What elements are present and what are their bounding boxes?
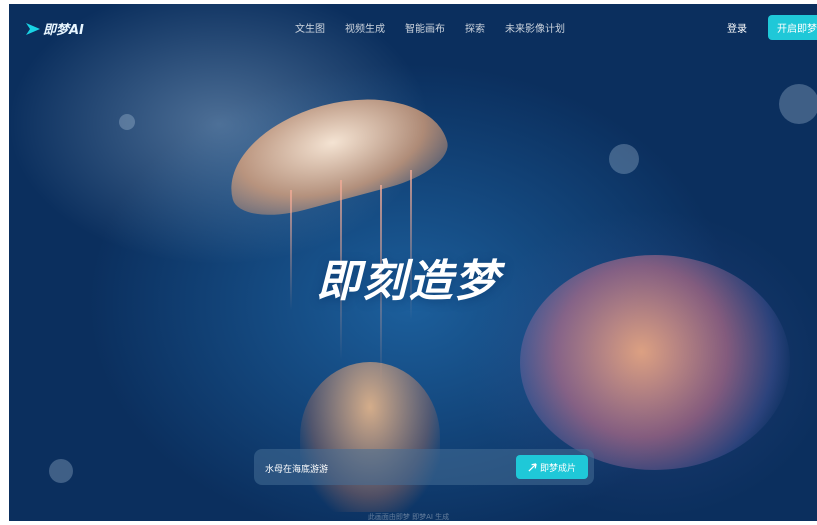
prompt-input[interactable]	[263, 458, 507, 478]
nav-item-text-to-image[interactable]: 文生图	[295, 20, 325, 35]
nav-item-future-image-plan[interactable]: 未来影像计划	[505, 20, 565, 35]
top-navigation: 即梦AI 文生图 视频生成 智能画布 探索 未来影像计划 登录 开启即梦	[9, 4, 817, 52]
hero-title: 即刻造梦	[316, 256, 501, 307]
main-menu: 文生图 视频生成 智能画布 探索 未来影像计划	[295, 20, 585, 35]
send-icon	[528, 462, 537, 472]
login-link[interactable]: 登录	[727, 20, 747, 35]
nav-item-smart-canvas[interactable]: 智能画布	[405, 20, 445, 35]
nav-item-video-generation[interactable]: 视频生成	[345, 20, 385, 35]
prompt-bar: 即梦成片	[254, 449, 594, 485]
nav-item-explore[interactable]: 探索	[465, 20, 485, 35]
generate-button-label: 即梦成片	[539, 463, 576, 474]
start-button[interactable]: 开启即梦	[768, 15, 817, 40]
generate-button[interactable]: 即梦成片	[516, 455, 588, 479]
logo-icon	[26, 22, 40, 35]
image-caption: 此画面由即梦 即梦AI 生成	[367, 513, 450, 521]
jellyfish-small	[300, 362, 440, 512]
brand-name: 即梦AI	[43, 23, 84, 38]
brand-logo[interactable]: 即梦AI	[25, 19, 84, 38]
